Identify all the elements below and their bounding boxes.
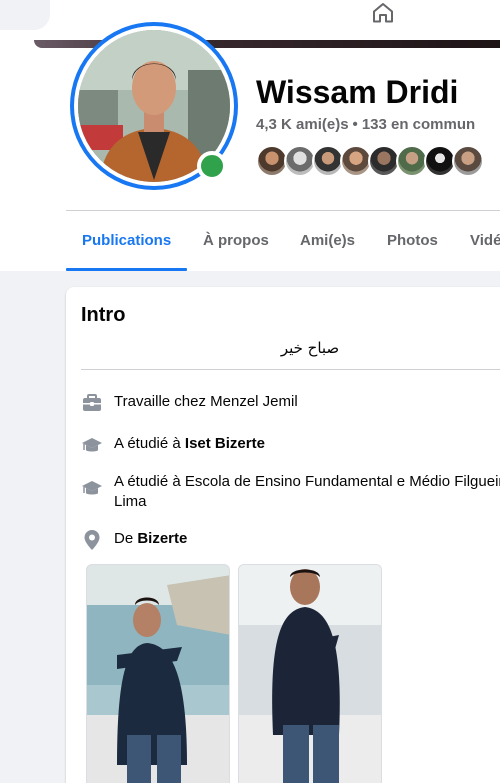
featured-photo[interactable]	[86, 564, 230, 783]
mutual-friends-count[interactable]: 133 en commun	[362, 116, 475, 133]
tab-photos[interactable]: Photos	[387, 211, 438, 271]
top-navigation-bar	[0, 0, 500, 40]
tab-publications[interactable]: Publications	[82, 211, 171, 271]
friend-avatars-stack[interactable]	[256, 145, 500, 179]
hometown-value[interactable]: Bizerte	[137, 530, 187, 547]
intro-title: Intro	[81, 304, 126, 326]
graduation-cap-icon	[82, 438, 102, 452]
education-value[interactable]: Iset Bizerte	[185, 435, 265, 452]
tab-a-propos[interactable]: À propos	[203, 211, 269, 271]
online-status-indicator	[197, 151, 227, 181]
search-bar[interactable]	[0, 0, 50, 30]
separator: •	[352, 116, 358, 133]
education-prefix: A étudié à	[114, 435, 185, 452]
graduation-cap-icon	[82, 481, 102, 495]
home-icon[interactable]	[371, 1, 395, 25]
hometown-prefix: De	[114, 530, 138, 547]
friends-count-line[interactable]: 4,3 K ami(e)s • 133 en commun	[256, 116, 475, 133]
featured-photo[interactable]	[238, 564, 382, 783]
friend-avatar[interactable]	[452, 145, 484, 177]
bio-divider	[81, 369, 500, 370]
profile-tabs: Publications À propos Ami(e)s Photos Vid…	[66, 211, 500, 271]
active-tab-indicator	[66, 268, 187, 271]
profile-name: Wissam Dridi	[256, 74, 459, 110]
education-prefix: A étudié à	[114, 473, 185, 490]
briefcase-icon	[83, 394, 101, 411]
friends-count[interactable]: 4,3 K ami(e)s	[256, 116, 349, 133]
work-value: Menzel Jemil	[210, 393, 298, 410]
tab-videos[interactable]: Vidé	[470, 211, 500, 271]
bio-text: صباح خير	[280, 339, 340, 357]
intro-card: Intro صباح خير Travaille chez Menzel Jem…	[66, 287, 500, 783]
tab-amis[interactable]: Ami(e)s	[300, 211, 355, 271]
profile-picture[interactable]	[70, 22, 238, 190]
work-prefix: Travaille chez	[114, 393, 211, 410]
profile-header: Wissam Dridi 4,3 K ami(e)s • 133 en commun…	[0, 22, 500, 271]
location-pin-icon	[84, 530, 100, 550]
